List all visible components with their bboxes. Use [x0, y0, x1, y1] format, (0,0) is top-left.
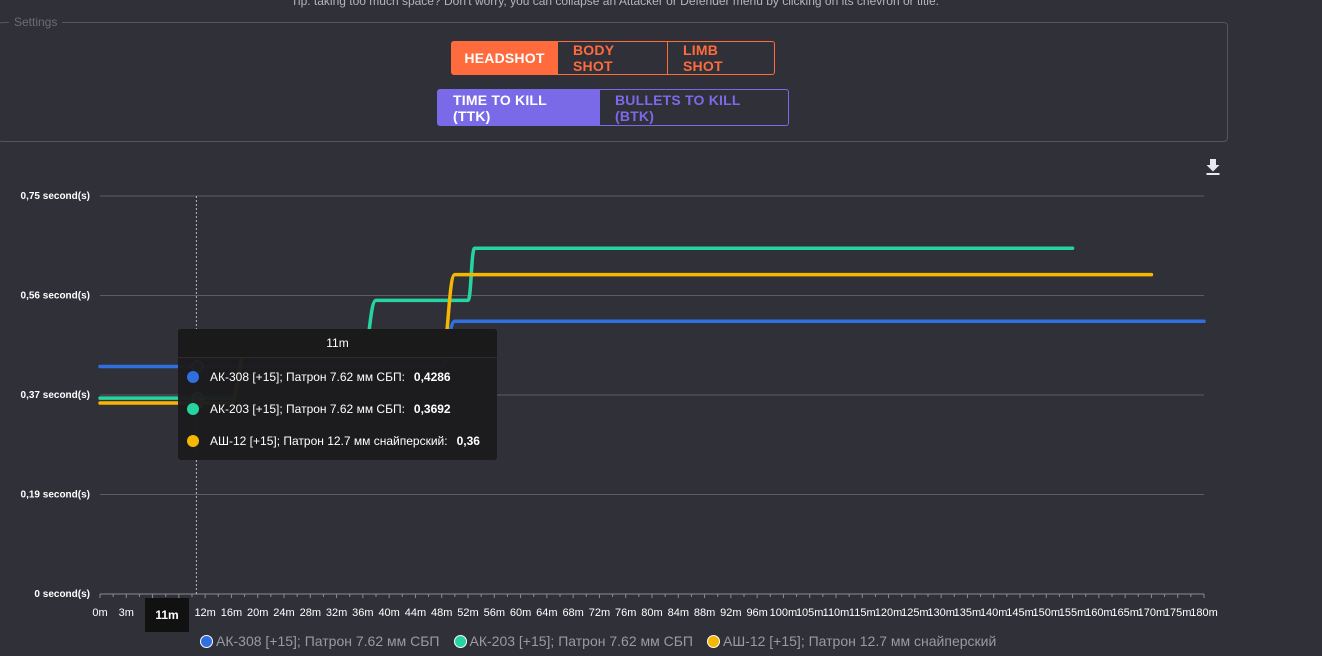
tooltip-row: АК-308 [+15]; Патрон 7.62 мм СБП: 0,4286 [187, 368, 451, 386]
x-tick-label: 32m [326, 607, 347, 619]
legend-item-ak203[interactable]: АК-203 [+15]; Патрон 7.62 мм СБП [453, 633, 694, 649]
tooltip-row: АШ-12 [+15]; Патрон 12.7 мм снайперский:… [187, 432, 480, 450]
x-tick-label: 44m [405, 607, 426, 619]
x-tick-label: 125m [901, 607, 929, 619]
x-tick-label: 135m [954, 607, 982, 619]
tooltip-series-value: 0,4286 [413, 370, 451, 384]
x-tick-label: 36m [352, 607, 373, 619]
x-tick-label: 110m [823, 607, 850, 619]
tooltip-title: 11m [178, 329, 497, 358]
x-tick-label: 155m [1059, 607, 1087, 619]
x-tick-label: 165m [1111, 607, 1139, 619]
tooltip-series-label: АК-203 [+15]; Патрон 7.62 мм СБП: [210, 402, 405, 416]
x-tick-label: 60m [510, 607, 531, 619]
tooltip-series-value: 0,36 [456, 434, 480, 448]
legend-label: АШ-12 [+15]; Патрон 12.7 мм снайперский [723, 633, 997, 649]
x-tick-label: 150m [1033, 607, 1061, 619]
legend-color-dot [200, 634, 213, 648]
x-tick-label: 76m [615, 607, 636, 619]
x-tick-label: 88m [694, 607, 715, 619]
x-tick-label: 140m [980, 607, 1008, 619]
legend-item-ak308[interactable]: АК-308 [+15]; Патрон 7.62 мм СБП [200, 633, 440, 649]
tooltip-series-value: 0,3692 [413, 402, 451, 416]
legend-item-ash12[interactable]: АШ-12 [+15]; Патрон 12.7 мм снайперский [707, 633, 996, 649]
x-tick-label: 92m [720, 607, 741, 619]
x-tick-label: 145m [1006, 607, 1034, 619]
legend-color-dot [707, 634, 720, 648]
x-tick-label: 40m [378, 607, 399, 619]
x-tick-label: 16m [221, 607, 242, 619]
x-tick-label: 48m [431, 607, 452, 619]
x-tick-label: 180m [1190, 607, 1218, 619]
ttk-chart: 0 second(s) 0,19 second(s) 0,37 second(s) 0… [21, 191, 1218, 619]
tooltip-series-label: АШ-12 [+15]; Патрон 12.7 мм снайперский: [210, 434, 448, 448]
x-tick-label: 96m [746, 607, 767, 619]
x-tick-label: 68m [562, 607, 583, 619]
y-tick-label: 0,56 second(s) [21, 291, 90, 302]
x-tick-label: 175m [1164, 607, 1192, 619]
chart-tooltip: 11m АК-308 [+15]; Патрон 7.62 мм СБП: 0,… [178, 329, 497, 460]
series-color-dot [187, 403, 199, 415]
series-color-dot [187, 435, 199, 447]
x-tick-label: 52m [457, 607, 478, 619]
x-tick-label: 24m [273, 607, 294, 619]
x-tick-label: 64m [536, 607, 557, 619]
x-tick-label: 0m [92, 607, 107, 619]
y-tick-label: 0,37 second(s) [21, 390, 90, 401]
x-tick-label: 84m [668, 607, 689, 619]
tooltip-row: АК-203 [+15]; Патрон 7.62 мм СБП: 0,3692 [187, 400, 451, 418]
y-tick-label: 0,75 second(s) [21, 191, 90, 202]
x-tick-label: 115m [849, 607, 876, 619]
y-tick-label: 0 second(s) [34, 589, 90, 600]
legend-label: АК-203 [+15]; Патрон 7.62 мм СБП [469, 633, 694, 649]
x-tick-label: 12m [194, 607, 215, 619]
x-tick-label: 120m [875, 607, 903, 619]
x-tick-label: 100m [770, 607, 798, 619]
chart-legend: АК-308 [+15]; Патрон 7.62 мм СБП АК-203 … [200, 633, 996, 649]
x-tick-label: 130m [927, 607, 955, 619]
x-tick-label: 160m [1085, 607, 1113, 619]
x-tick-label: 170m [1138, 607, 1166, 619]
series-color-dot [187, 371, 199, 383]
x-tick-label: 105m [796, 607, 824, 619]
legend-color-dot [453, 634, 467, 648]
tooltip-series-label: АК-308 [+15]; Патрон 7.62 мм СБП: [210, 370, 405, 384]
x-hover-marker: 11m [145, 598, 189, 632]
y-tick-label: 0,19 second(s) [21, 490, 90, 501]
x-tick-label: 72m [589, 607, 610, 619]
x-tick-label: 20m [247, 607, 268, 619]
x-tick-label: 3m [119, 607, 134, 619]
legend-label: АК-308 [+15]; Патрон 7.62 мм СБП [216, 633, 440, 649]
x-tick-label: 28m [300, 607, 321, 619]
x-tick-label: 56m [484, 607, 505, 619]
x-tick-label: 80m [641, 607, 662, 619]
